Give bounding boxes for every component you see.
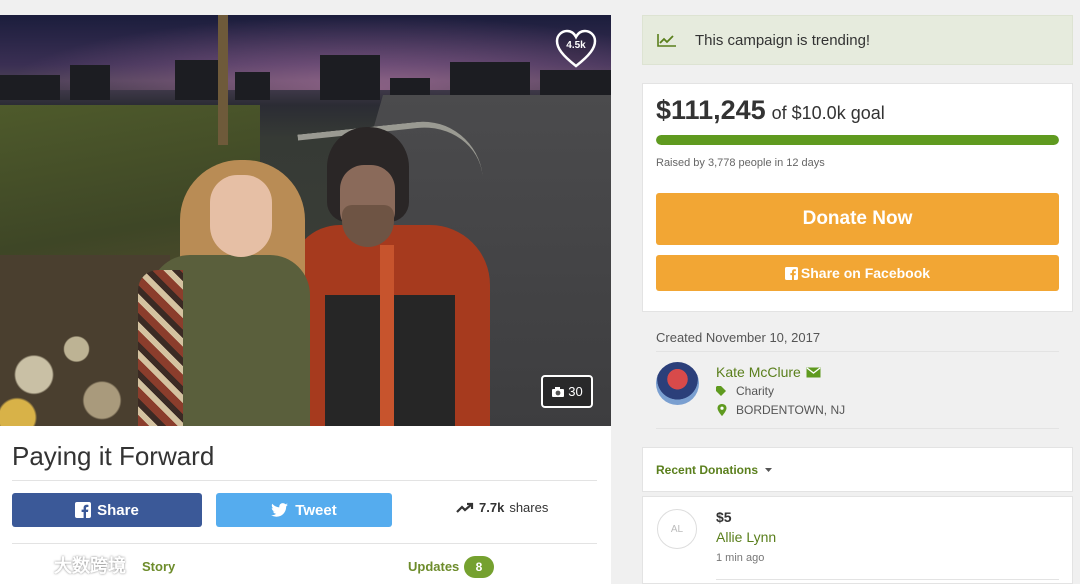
raised-by-text: Raised by 3,778 people in 12 days (656, 157, 825, 169)
campaign-title: Paying it Forward (12, 441, 215, 471)
donation-time: 1 min ago (716, 552, 765, 564)
donate-now-button[interactable]: Donate Now (656, 193, 1059, 245)
divider (12, 543, 597, 544)
shares-suffix: shares (509, 500, 549, 515)
donation-amount: $5 (716, 509, 732, 525)
photo-count-label: 30 (568, 384, 583, 399)
twitter-icon (271, 503, 289, 517)
created-date: Created November 10, 2017 (656, 330, 821, 345)
photo-pole (218, 15, 228, 145)
photo-man-stripe (380, 245, 394, 426)
recent-donations-toggle[interactable]: Recent Donations (656, 463, 773, 477)
tab-story[interactable]: Story (142, 559, 175, 574)
funding-progress-bar (656, 135, 1059, 145)
funding-summary: $111,245 of $10.0k goal (656, 95, 885, 126)
shares-count: 7.7k (479, 500, 505, 515)
goal-amount: of $10.0k goal (771, 103, 885, 123)
photo-woman-face (210, 175, 272, 257)
facebook-icon (75, 502, 92, 518)
campaign-photo[interactable] (0, 15, 611, 426)
favorites-count: 4.5k (566, 40, 586, 51)
organizer-category: Charity (736, 384, 775, 398)
tweet-label: Tweet (295, 501, 337, 519)
camera-icon (552, 386, 565, 397)
share-label: Share (97, 501, 139, 519)
photo-skyline (0, 45, 611, 100)
watermark-logo-icon (9, 557, 47, 573)
line-chart-icon (657, 34, 676, 47)
organizer-avatar[interactable] (656, 362, 699, 405)
trending-up-icon (456, 502, 474, 513)
facebook-share-button[interactable]: Share (12, 493, 202, 527)
divider (716, 579, 1059, 580)
envelope-icon[interactable] (806, 366, 821, 378)
tag-icon (716, 386, 726, 396)
map-pin-icon (717, 404, 727, 416)
share-on-facebook-label: Share on Facebook (800, 265, 931, 281)
updates-count-badge: 8 (464, 556, 494, 578)
tweet-button[interactable]: Tweet (216, 493, 392, 527)
tab-updates[interactable]: Updates (408, 559, 459, 574)
donor-name[interactable]: Allie Lynn (716, 529, 776, 545)
shares-counter: 7.7k shares (456, 500, 548, 515)
trending-text: This campaign is trending! (695, 31, 871, 49)
trending-banner: This campaign is trending! (642, 15, 1073, 65)
watermark-text: 大数跨境 (54, 556, 126, 576)
raised-amount: $111,245 (656, 95, 766, 125)
favorite-button[interactable]: 4.5k (554, 29, 598, 69)
photo-gallery-button[interactable]: 30 (541, 375, 593, 408)
photo-woman-scarf (138, 270, 183, 426)
organizer-category-row: Charity (716, 384, 774, 398)
donation-list-item (642, 496, 1073, 584)
funding-progress-fill (656, 135, 1059, 145)
watermark: 大数跨境 (8, 552, 126, 578)
facebook-icon (784, 266, 798, 280)
recent-donations-title: Recent Donations (656, 463, 759, 477)
divider (12, 480, 597, 481)
organizer-location-row: BORDENTOWN, NJ (716, 403, 845, 417)
organizer-location: BORDENTOWN, NJ (736, 403, 846, 417)
divider (656, 428, 1059, 429)
caret-down-icon (765, 468, 773, 472)
organizer-name-link[interactable]: Kate McClure (716, 364, 821, 380)
organizer-name: Kate McClure (716, 364, 801, 380)
share-on-facebook-button[interactable]: Share on Facebook (656, 255, 1059, 291)
donor-avatar: AL (657, 509, 697, 549)
divider (656, 351, 1059, 352)
